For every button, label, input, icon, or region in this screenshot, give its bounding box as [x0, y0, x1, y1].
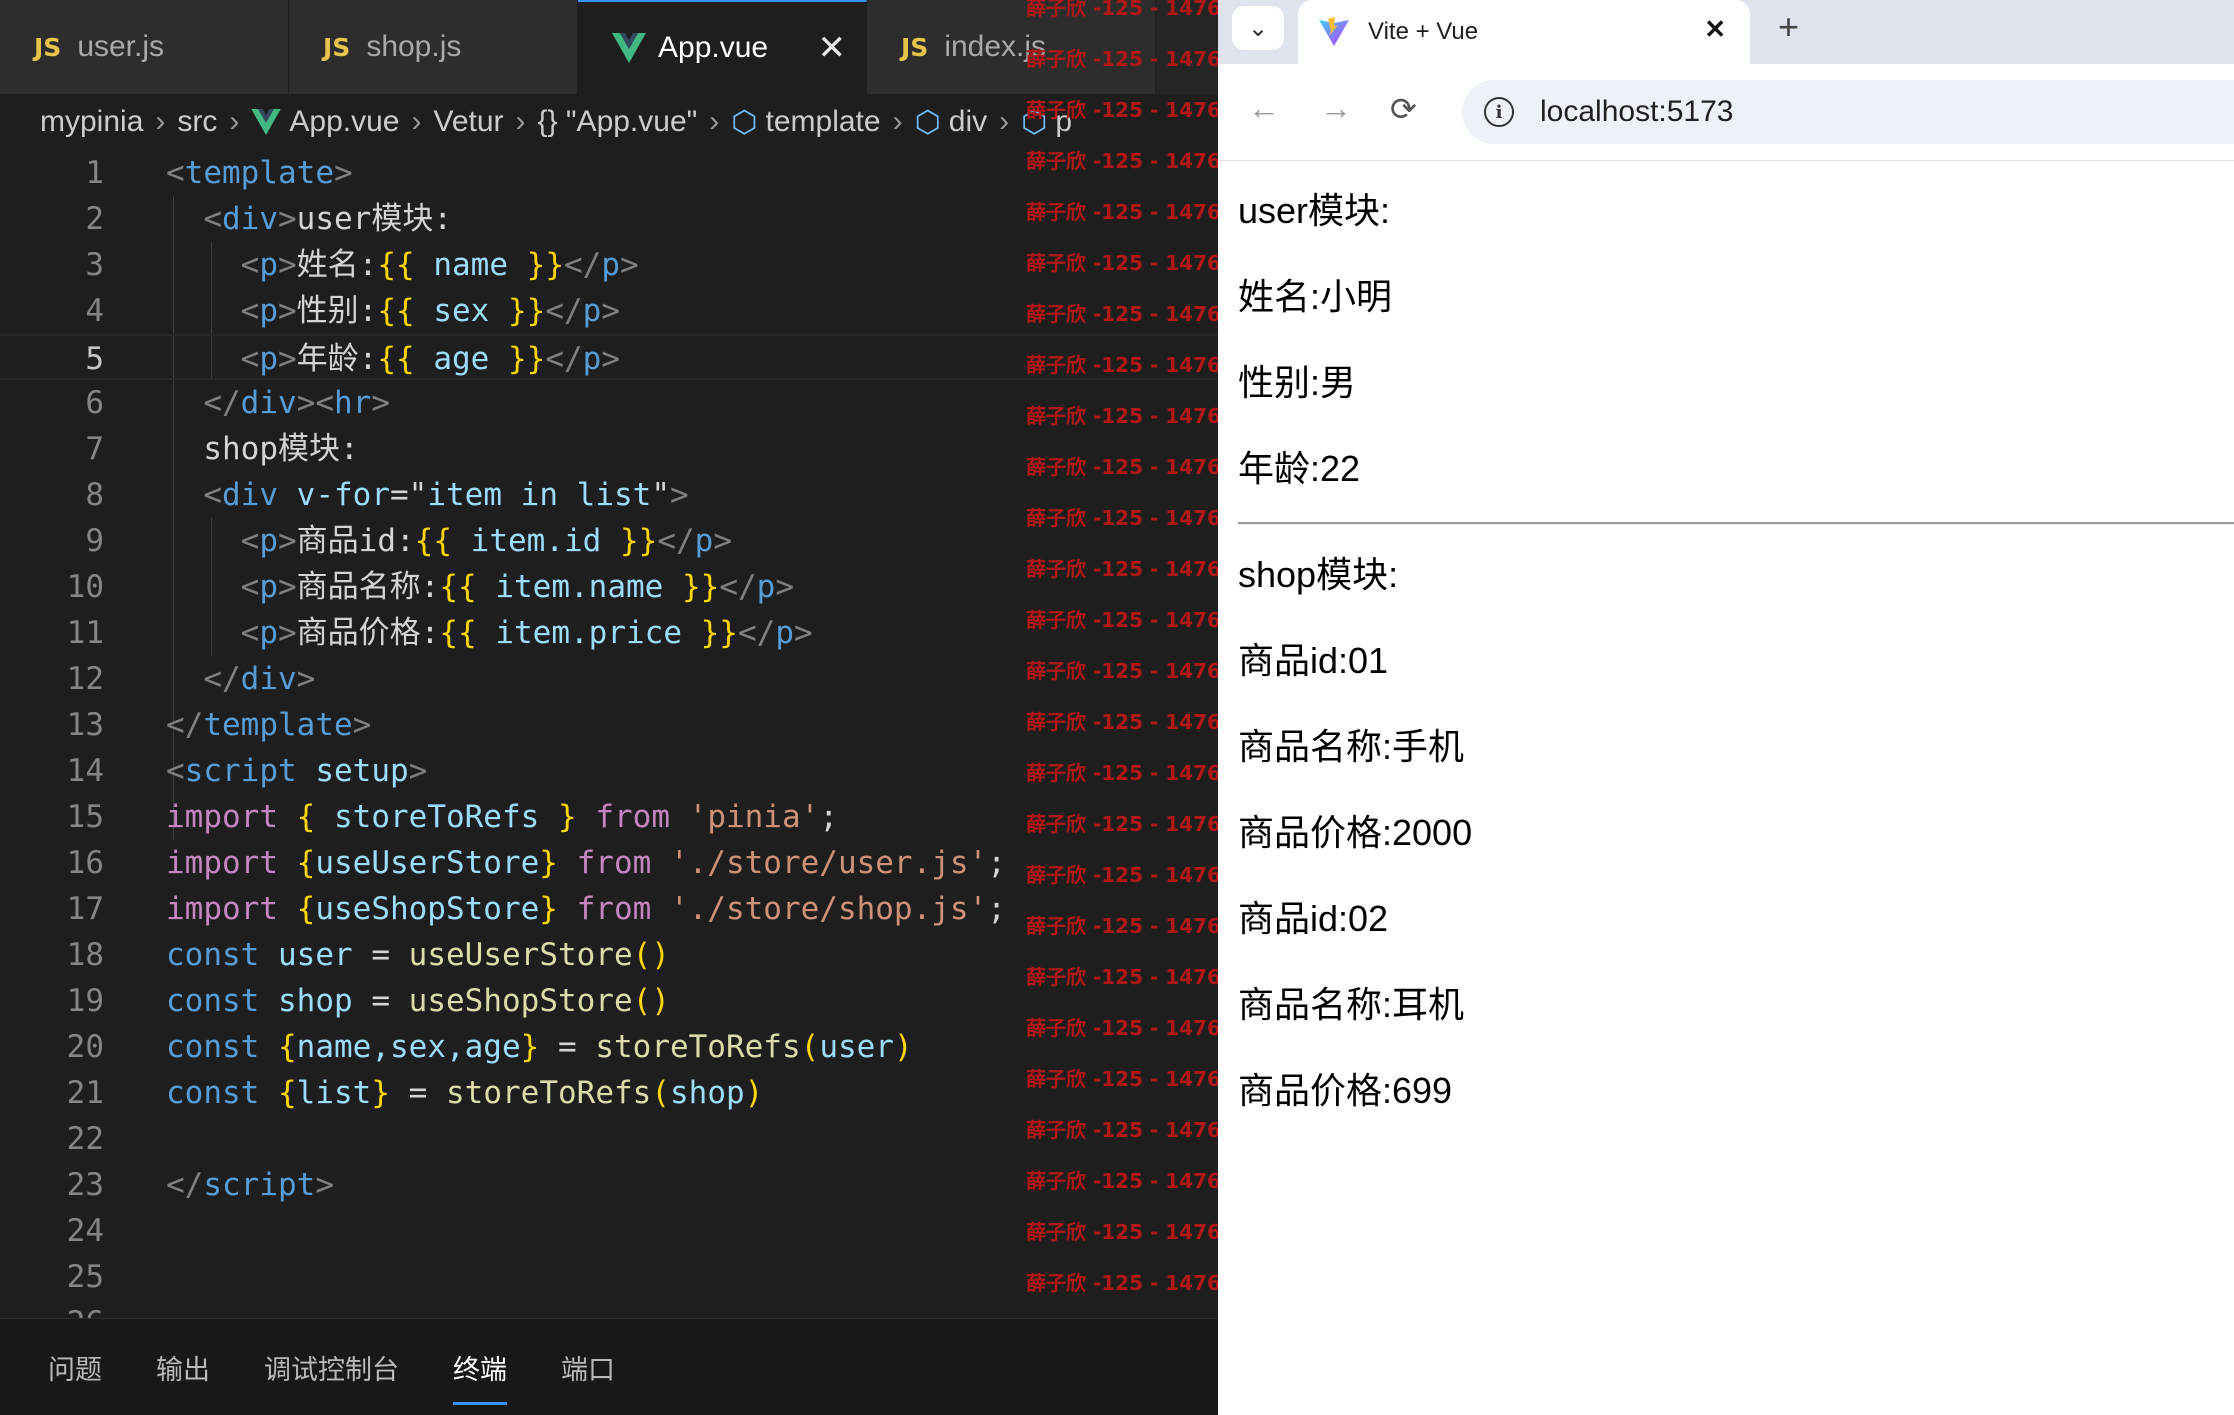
browser-tab-strip: ⌄ Vite + Vue ✕ + — [1218, 0, 2234, 64]
sex-line: 性别:男 — [1238, 362, 1357, 403]
chevron-right-icon: › — [411, 105, 422, 138]
cube-icon: ⬡ — [731, 105, 758, 139]
vite-icon — [1319, 17, 1349, 46]
js-file-icon: JS — [34, 32, 62, 62]
watermark-text: 薛子欣 -125 - 1476 — [1026, 1118, 1218, 1142]
browser-tab[interactable]: Vite + Vue ✕ — [1298, 0, 1750, 64]
watermark-text: 薛子欣 -125 - 1476 — [1026, 1220, 1218, 1244]
watermark-text: 薛子欣 -125 - 1476 — [1026, 200, 1218, 224]
item-id-line: 商品id:01 — [1238, 640, 1389, 681]
watermark-text: 薛子欣 -125 - 1476 — [1026, 557, 1218, 581]
user-heading: user模块: — [1238, 190, 1391, 231]
info-icon[interactable]: i — [1484, 97, 1514, 127]
watermark-text: 薛子欣 -125 - 1476 — [1026, 659, 1218, 683]
chevron-right-icon: › — [709, 105, 720, 138]
age-line: 年龄:22 — [1238, 448, 1361, 489]
vue-icon — [251, 109, 282, 135]
name-line: 姓名:小明 — [1238, 276, 1393, 317]
panel-tab-output[interactable]: 输出 — [156, 1342, 210, 1393]
item-price-line: 商品价格:699 — [1238, 1070, 1453, 1111]
browser-window: ⌄ Vite + Vue ✕ + ← → ⟳ i localhost:5173 … — [1218, 0, 2234, 1415]
chevron-right-icon: › — [999, 105, 1010, 138]
watermark-text: 薛子欣 -125 - 1476 — [1026, 149, 1218, 173]
cube-icon: ⬡ — [914, 105, 941, 139]
new-tab-button[interactable]: + — [1778, 6, 1799, 48]
browser-tab-title: Vite + Vue — [1368, 18, 1479, 45]
panel-tab-debug-console[interactable]: 调试控制台 — [264, 1342, 399, 1393]
chevron-down-icon: ⌄ — [1247, 14, 1269, 42]
watermark-text: 薛子欣 -125 - 1476 — [1026, 404, 1218, 428]
watermark-text: 薛子欣 -125 - 1476 — [1026, 965, 1218, 989]
watermark-column: 薛子欣 -125 - 1476 薛子欣 -125 - 1476 薛子欣 -125 -… — [1026, 0, 1218, 1415]
item-name-line: 商品名称:手机 — [1238, 726, 1465, 767]
shop-heading: shop模块: — [1238, 554, 1399, 595]
watermark-text: 薛子欣 -125 - 1476 — [1026, 1169, 1218, 1193]
tab-label: user.js — [77, 30, 165, 63]
watermark-text: 薛子欣 -125 - 1476 — [1026, 0, 1218, 20]
item-name-line: 商品名称:耳机 — [1238, 984, 1465, 1025]
breadcrumb-item[interactable]: template — [766, 105, 881, 139]
watermark-text: 薛子欣 -125 - 1476 — [1026, 506, 1218, 530]
item-price-line: 商品价格:2000 — [1238, 812, 1473, 853]
vue-icon — [612, 33, 646, 63]
reload-icon[interactable]: ⟳ — [1390, 90, 1417, 128]
watermark-text: 薛子欣 -125 - 1476 — [1026, 863, 1218, 887]
panel-tab-problems[interactable]: 问题 — [48, 1342, 102, 1393]
panel-tab-ports[interactable]: 端口 — [561, 1342, 615, 1393]
breadcrumb-item[interactable]: mypinia — [40, 105, 143, 139]
tab-user-js[interactable]: JS user.js — [0, 0, 289, 94]
watermark-text: 薛子欣 -125 - 1476 — [1026, 812, 1218, 836]
chevron-right-icon: › — [155, 105, 166, 138]
panel-tab-terminal[interactable]: 终端 — [453, 1342, 507, 1405]
code-editor: JS user.js JS shop.js App.vue ✕ JS index… — [0, 0, 1218, 1415]
watermark-text: 薛子欣 -125 - 1476 — [1026, 761, 1218, 785]
watermark-text: 薛子欣 -125 - 1476 — [1026, 455, 1218, 479]
item-id-line: 商品id:02 — [1238, 898, 1389, 939]
watermark-text: 薛子欣 -125 - 1476 — [1026, 1016, 1218, 1040]
js-file-icon: JS — [323, 32, 351, 62]
watermark-text: 薛子欣 -125 - 1476 — [1026, 1067, 1218, 1091]
tab-search-button[interactable]: ⌄ — [1232, 6, 1284, 50]
watermark-text: 薛子欣 -125 - 1476 — [1026, 1271, 1218, 1295]
watermark-text: 薛子欣 -125 - 1476 — [1026, 302, 1218, 326]
chevron-right-icon: › — [229, 105, 240, 138]
forward-arrow-icon[interactable]: → — [1320, 90, 1352, 127]
tab-app-vue[interactable]: App.vue ✕ — [578, 0, 867, 94]
watermark-text: 薛子欣 -125 - 1476 — [1026, 914, 1218, 938]
bottom-panel: 问题 输出 调试控制台 终端 端口 — [0, 1318, 1218, 1415]
breadcrumb-item[interactable]: Vetur — [433, 105, 503, 139]
breadcrumb-item[interactable]: src — [177, 105, 217, 139]
chevron-right-icon: › — [892, 105, 903, 138]
close-icon[interactable]: ✕ — [818, 28, 847, 68]
watermark-text: 薛子欣 -125 - 1476 — [1026, 251, 1218, 275]
back-arrow-icon[interactable]: ← — [1248, 90, 1280, 127]
url-text: localhost:5173 — [1540, 95, 1734, 128]
watermark-text: 薛子欣 -125 - 1476 — [1026, 47, 1218, 71]
tab-shop-js[interactable]: JS shop.js — [289, 0, 578, 94]
tab-label: App.vue — [658, 31, 769, 64]
watermark-text: 薛子欣 -125 - 1476 — [1026, 710, 1218, 734]
watermark-text: 薛子欣 -125 - 1476 — [1026, 353, 1218, 377]
breadcrumb-item[interactable]: {} "App.vue" — [538, 105, 698, 139]
close-icon[interactable]: ✕ — [1704, 14, 1726, 45]
address-bar[interactable]: i localhost:5173 — [1462, 80, 2234, 144]
breadcrumb-item[interactable]: App.vue — [289, 105, 399, 139]
browser-toolbar: ← → ⟳ i localhost:5173 — [1218, 64, 2234, 161]
js-file-icon: JS — [901, 32, 929, 62]
watermark-text: 薛子欣 -125 - 1476 — [1026, 98, 1218, 122]
horizontal-rule — [1238, 522, 2234, 525]
tab-label: shop.js — [366, 30, 462, 63]
watermark-text: 薛子欣 -125 - 1476 — [1026, 608, 1218, 632]
chevron-right-icon: › — [515, 105, 526, 138]
breadcrumb-item[interactable]: div — [949, 105, 987, 139]
